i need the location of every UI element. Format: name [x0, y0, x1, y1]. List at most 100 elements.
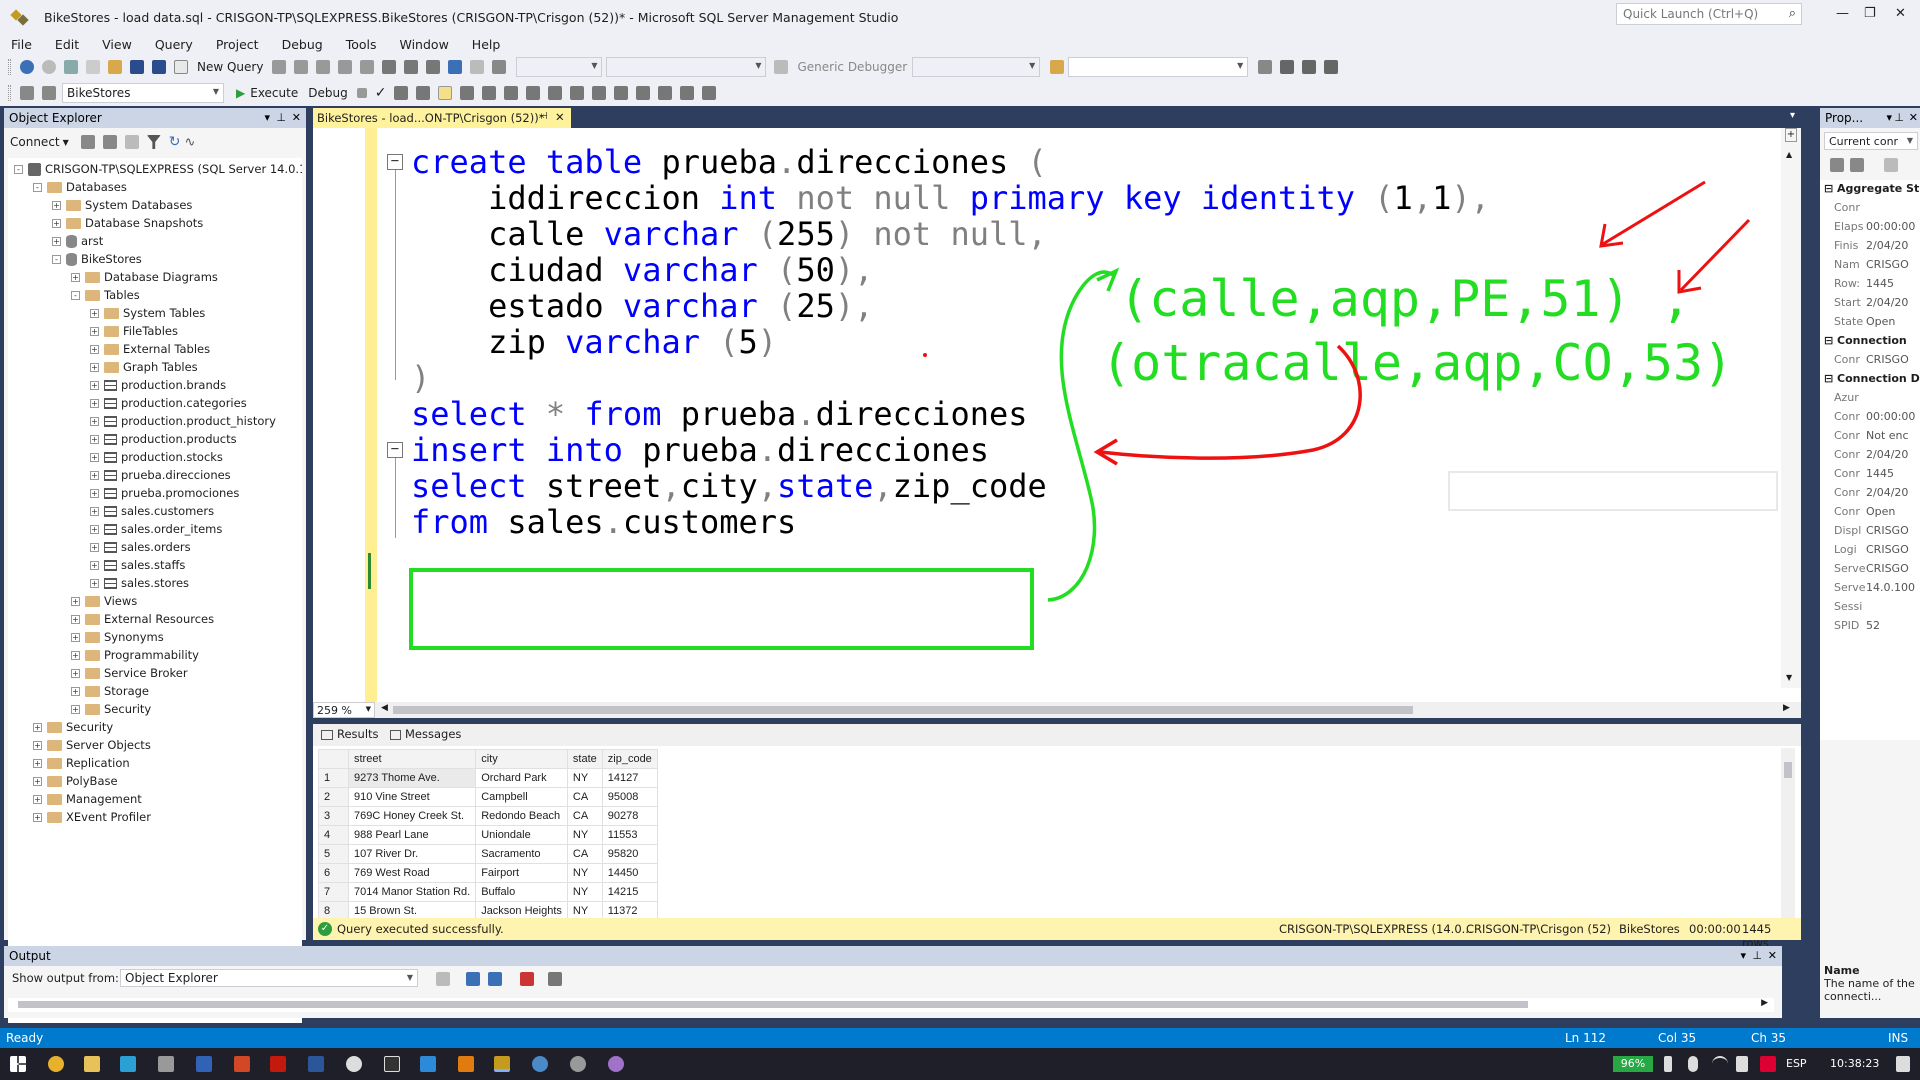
new-query-icon[interactable] [174, 60, 188, 74]
pin-tab-icon[interactable]: ⊣ [539, 111, 548, 122]
scroll-left-icon[interactable]: ◀ [381, 703, 388, 713]
tree-node[interactable]: + System Databases [52, 196, 192, 214]
scroll-up-icon[interactable]: ▲ [1786, 150, 1792, 159]
expand-icon[interactable]: + [90, 362, 99, 372]
expand-icon[interactable]: + [90, 398, 99, 408]
output-text-area[interactable]: ▶ [8, 998, 1774, 1012]
column-header[interactable]: street [347, 749, 477, 769]
activity-monitor-icon[interactable] [492, 60, 507, 74]
tree-node[interactable]: + Synonyms [71, 628, 164, 646]
expand-icon[interactable]: + [33, 758, 42, 768]
tree-node[interactable]: + Storage [71, 682, 149, 700]
row-number[interactable]: 1 [318, 768, 349, 788]
chevron-down-icon[interactable]: ▼ [63, 138, 69, 147]
connect-icon[interactable] [20, 86, 34, 100]
property-category[interactable]: ⊟ Aggregate St [1824, 182, 1920, 200]
pin-icon[interactable]: ⊥ [276, 111, 286, 124]
property-row[interactable]: Finis 2/04/20 [1834, 239, 1920, 257]
clear-all-icon[interactable] [520, 972, 534, 986]
tree-node[interactable]: + prueba.promociones [90, 484, 239, 502]
property-row[interactable]: Row: 1445 [1834, 277, 1920, 295]
debug-button[interactable]: Debug [308, 86, 347, 100]
editor-horizontal-scrollbar-thumb[interactable] [393, 706, 1413, 714]
execute-button[interactable]: Execute [250, 86, 298, 100]
specify-template-values-icon[interactable] [702, 86, 717, 100]
bluetooth-icon[interactable] [1688, 1056, 1698, 1072]
sql-editor[interactable]: create table prueba.direcciones ( iddire… [313, 128, 1801, 702]
tree-node[interactable]: + Management [33, 790, 142, 808]
tab-results[interactable]: Results [321, 727, 379, 741]
grid-cell[interactable]: Campbell [475, 787, 568, 807]
grid-cell[interactable]: NY [566, 882, 603, 902]
grid-cell[interactable]: 95008 [601, 787, 658, 807]
solution-config-combo[interactable]: ▼ [516, 57, 603, 77]
expand-icon[interactable]: + [71, 686, 80, 696]
property-row[interactable]: Displ CRISGO [1834, 524, 1920, 542]
volume-icon[interactable] [1736, 1056, 1748, 1072]
column-header[interactable]: state [566, 749, 603, 769]
menu-edit[interactable]: Edit [55, 37, 79, 52]
menu-view[interactable]: View [102, 37, 132, 52]
column-header[interactable]: zip_code [601, 749, 658, 769]
toolbox-icon[interactable] [1302, 60, 1317, 74]
property-row[interactable]: Conr 00:00:00 [1834, 410, 1920, 428]
dax-query-icon[interactable] [360, 60, 375, 74]
property-row[interactable]: Conr 2/04/20 [1834, 486, 1920, 504]
row-number[interactable]: 2 [318, 787, 349, 807]
expand-icon[interactable]: + [90, 380, 99, 390]
expand-icon[interactable]: + [90, 452, 99, 462]
start-windows-icon[interactable] [10, 1056, 26, 1072]
expand-icon[interactable]: + [71, 614, 80, 624]
code-line[interactable]: ) [411, 358, 430, 398]
xmla-query-icon[interactable] [338, 60, 353, 74]
add-item-icon[interactable] [86, 60, 100, 74]
uncomment-icon[interactable] [636, 86, 651, 100]
tree-node[interactable]: + sales.orders [90, 538, 191, 556]
show-output-combo[interactable]: Object Explorer ▼ [120, 969, 418, 987]
results-grid[interactable]: street city state zip_code 1 9273 Thome Ave. O… [318, 749, 658, 921]
new-query-button[interactable]: New Query [197, 60, 263, 74]
expand-icon[interactable]: + [90, 434, 99, 444]
collapse-icon[interactable]: ⊟ [1824, 182, 1837, 195]
tree-node[interactable]: + prueba.direcciones [90, 466, 231, 484]
row-number[interactable]: 6 [318, 863, 349, 883]
tree-node[interactable]: + production.product_history [90, 412, 276, 430]
expand-icon[interactable]: + [33, 794, 42, 804]
close-panel-icon[interactable]: ✕ [1909, 111, 1918, 124]
collapse-icon[interactable]: - [14, 164, 23, 174]
close-window-button[interactable]: ✕ [1895, 6, 1906, 21]
scroll-down-icon[interactable]: ▼ [1786, 673, 1792, 682]
copy-icon[interactable] [404, 60, 419, 74]
pin-dropdown-icon[interactable]: ▾ [1886, 111, 1892, 124]
grid-cell[interactable]: 9273 Thome Ave. [347, 768, 477, 788]
paste-icon[interactable] [426, 60, 441, 74]
document-tab[interactable]: BikeStores - load...ON-TP\Crisgon (52))*… [313, 108, 571, 128]
property-category[interactable]: ⊟ Connection [1824, 334, 1920, 352]
grid-cell[interactable]: 14215 [601, 882, 658, 902]
pin-dropdown-icon[interactable]: ▾ [264, 111, 270, 124]
table-row[interactable]: 3 769C Honey Creek St. Redondo Beach CA 9027… [318, 806, 658, 826]
expand-icon[interactable]: + [33, 776, 42, 786]
property-row[interactable]: Azur [1834, 391, 1920, 409]
grid-cell[interactable]: Uniondale [475, 825, 568, 845]
menu-debug[interactable]: Debug [282, 37, 323, 52]
tree-node[interactable]: + sales.customers [90, 502, 214, 520]
grid-cell[interactable]: 910 Vine Street [347, 787, 477, 807]
expand-icon[interactable]: + [33, 722, 42, 732]
expand-icon[interactable]: + [90, 470, 99, 480]
code-line[interactable]: create table prueba.direcciones ( [411, 142, 1047, 182]
activity-icon[interactable]: ∿ [185, 135, 196, 150]
expand-icon[interactable]: + [90, 560, 99, 570]
grid-cell[interactable]: Sacramento [475, 844, 568, 864]
expand-icon[interactable]: + [90, 524, 99, 534]
language-indicator[interactable]: ESP [1786, 1057, 1807, 1070]
grid-cell[interactable]: Fairport [475, 863, 568, 883]
row-number[interactable]: 5 [318, 844, 349, 864]
grid-cell[interactable]: CA [566, 806, 603, 826]
forward-icon[interactable] [42, 60, 56, 74]
code-line[interactable]: estado varchar (25), [411, 286, 873, 326]
code-line[interactable]: select * from prueba.direcciones [411, 394, 1028, 434]
grid-cell[interactable]: 7014 Manor Station Rd. [347, 882, 477, 902]
property-row[interactable]: Logi CRISGO [1834, 543, 1920, 561]
pin-icon[interactable]: ⊥ [1894, 111, 1904, 124]
